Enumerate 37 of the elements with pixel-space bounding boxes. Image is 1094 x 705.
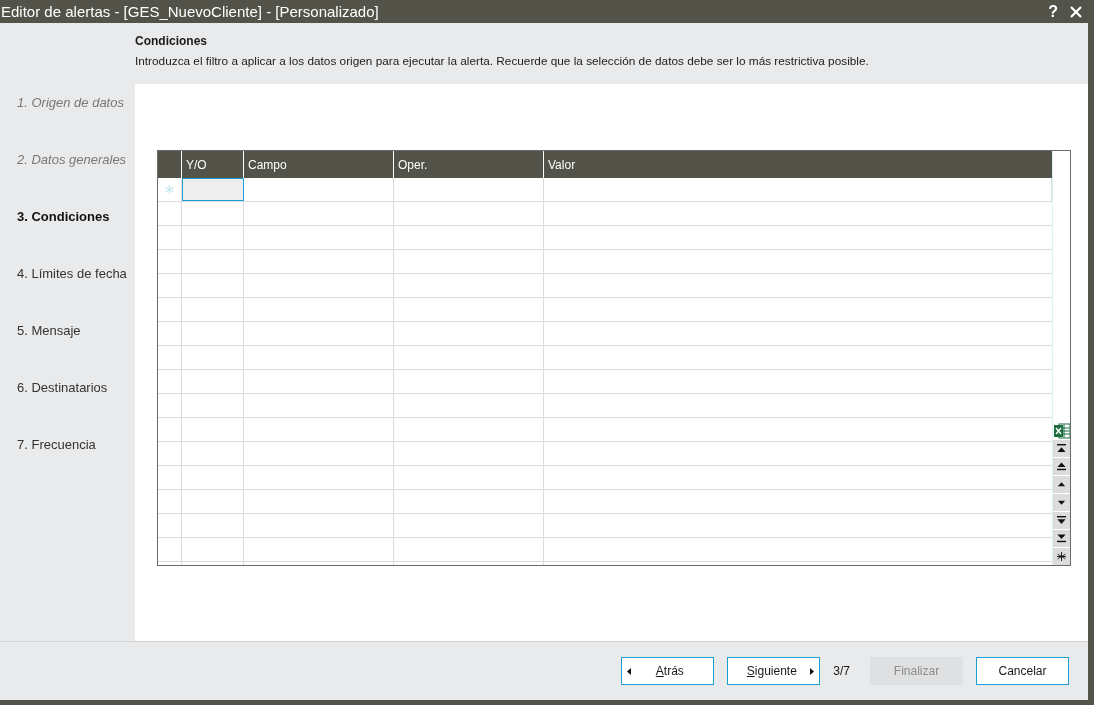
spreadsheet-icon[interactable] <box>1053 423 1070 439</box>
triangle-up-icon <box>1057 480 1066 489</box>
grid-nav-button[interactable] <box>1053 512 1070 529</box>
column-header[interactable]: Y/O <box>186 156 207 173</box>
step-item[interactable]: 3. Condiciones <box>17 208 110 226</box>
close-icon[interactable] <box>1070 5 1082 18</box>
step-item[interactable]: 4. Límites de fecha <box>17 265 127 283</box>
section-title: Condiciones <box>135 33 207 49</box>
column-header[interactable]: Oper. <box>398 156 428 173</box>
column-header[interactable]: Valor <box>548 156 576 173</box>
column-header[interactable]: Campo <box>248 156 287 173</box>
add-row-button[interactable] <box>1053 548 1070 565</box>
dialog-button[interactable]: Cancelar <box>976 657 1069 685</box>
step-item[interactable]: 2. Datos generales <box>17 151 127 169</box>
table-cell[interactable] <box>182 178 244 201</box>
triangle-down-bar-icon <box>1057 534 1066 543</box>
bar-triangle-down-icon <box>1057 516 1066 525</box>
asterisk-icon <box>165 185 174 194</box>
grid-nav-button[interactable] <box>1053 440 1070 457</box>
triangle-down-icon <box>1057 498 1066 507</box>
help-button[interactable]: ? <box>1048 2 1058 21</box>
grid-nav-button[interactable] <box>1053 530 1070 547</box>
step-counter: 3/7 <box>833 663 850 680</box>
grid-nav-button[interactable] <box>1053 494 1070 511</box>
step-item[interactable]: 1. Origen de datos <box>17 94 124 112</box>
dialog-button[interactable]: Atrás <box>621 657 715 685</box>
grid-nav-button[interactable] <box>1053 476 1070 493</box>
asterisk-icon <box>1057 552 1066 561</box>
step-item[interactable]: 6. Destinatarios <box>17 379 108 397</box>
section-description: Introduzca el filtro a aplicar a los datos origen para ejecutar la alerta. Recuerde que la selección de datos debe ser lo más restrictiva posible. <box>135 53 869 69</box>
dialog-button[interactable]: Siguiente <box>727 657 821 685</box>
step-item[interactable]: 7. Frecuencia <box>17 436 96 454</box>
window-title: Editor de alertas - [GES_NuevoCliente] - [Personalizado] <box>0 1 379 22</box>
bar-triangle-up-icon <box>1057 444 1066 453</box>
grid-nav-button[interactable] <box>1053 458 1070 475</box>
eject-icon <box>1057 462 1066 471</box>
step-item[interactable]: 5. Mensaje <box>17 322 81 340</box>
